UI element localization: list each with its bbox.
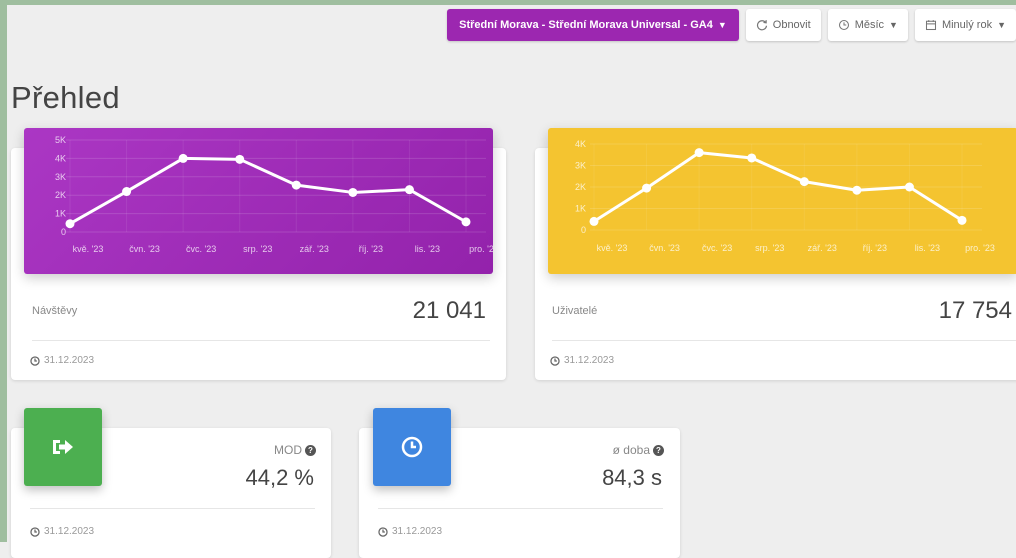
clock-icon — [30, 355, 40, 366]
help-icon[interactable]: ? — [305, 445, 316, 457]
users-chart: 0 1K 2K 3K 4K kvě. '23 čvn. '23 čvc. '23 srp. '2… — [548, 128, 1016, 274]
data-point[interactable] — [747, 153, 757, 163]
x-tick-label: srp. '23 — [243, 244, 272, 254]
window-frame-left — [0, 0, 7, 542]
y-tick-label: 2K — [55, 190, 66, 200]
window-frame-top — [0, 0, 1016, 5]
data-point[interactable] — [852, 185, 862, 195]
data-point[interactable] — [235, 154, 245, 164]
x-tick-label: zář. '23 — [300, 244, 329, 254]
bounce-label-wrap: MOD? — [274, 443, 316, 457]
data-point[interactable] — [461, 217, 471, 227]
visits-footer: 31.12.2023 — [30, 355, 94, 366]
duration-value: 84,3 s — [602, 465, 662, 490]
x-tick-label: zář. '23 — [808, 243, 837, 253]
date-range-label: Minulý rok — [941, 19, 993, 31]
data-point[interactable] — [291, 180, 301, 190]
bounce-label: MOD — [274, 443, 302, 457]
y-tick-label: 3K — [575, 161, 586, 171]
data-point[interactable] — [65, 219, 75, 229]
clock-icon — [378, 526, 388, 537]
y-tick-label: 4K — [55, 153, 66, 163]
period-label: Měsíc — [854, 19, 885, 31]
x-tick-label: čvn. '23 — [129, 244, 160, 254]
data-point[interactable] — [904, 182, 914, 192]
toolbar: Střední Morava - Střední Morava Universa… — [447, 9, 1016, 41]
users-date: 31.12.2023 — [564, 355, 615, 366]
clock-icon — [30, 526, 40, 537]
chevron-down-icon: ▼ — [997, 20, 1006, 30]
visits-label: Návštěvy — [32, 305, 78, 317]
x-tick-label: kvě. '23 — [597, 243, 628, 253]
period-select-button[interactable]: Měsíc ▼ — [827, 9, 908, 41]
x-tick-label: říj. '23 — [359, 244, 383, 254]
x-tick-label: pro. '23 — [965, 243, 995, 253]
clock-icon — [550, 355, 560, 366]
y-tick-label: 2K — [575, 182, 586, 192]
x-tick-label: čvc. '23 — [186, 244, 216, 254]
x-tick-label: čvc. '23 — [702, 243, 732, 253]
bounce-footer: 31.12.2023 — [30, 526, 94, 537]
users-value: 17 754 — [938, 297, 1012, 324]
x-tick-label: lis. '23 — [915, 243, 940, 253]
visits-line-chart: 0 1K 2K 3K 4K 5K kvě. '23 čvn. '23 čvc. '23 srp. … — [55, 135, 493, 254]
property-select-button[interactable]: Střední Morava - Střední Morava Universa… — [447, 9, 739, 41]
x-tick-label: lis. '23 — [415, 244, 440, 254]
data-point[interactable] — [589, 216, 599, 226]
data-point[interactable] — [122, 187, 132, 197]
data-point[interactable] — [178, 153, 188, 163]
y-tick-label: 4K — [575, 139, 586, 149]
y-tick-label: 0 — [61, 227, 66, 237]
users-divider — [552, 340, 1016, 341]
chevron-down-icon: ▼ — [717, 20, 727, 30]
bounce-value: 44,2 % — [245, 465, 315, 490]
sign-out-icon — [53, 440, 73, 454]
users-line-chart: 0 1K 2K 3K 4K kvě. '23 čvn. '23 čvc. '23 srp. '2… — [575, 139, 995, 253]
users-label: Uživatelé — [552, 305, 598, 317]
data-point[interactable] — [404, 185, 414, 195]
y-tick-label: 3K — [55, 172, 66, 182]
data-point[interactable] — [694, 148, 704, 158]
y-tick-label: 1K — [575, 204, 586, 214]
help-icon[interactable]: ? — [653, 445, 664, 457]
refresh-button[interactable]: Obnovit — [745, 9, 821, 41]
duration-date: 31.12.2023 — [392, 526, 443, 537]
data-point[interactable] — [348, 187, 358, 197]
data-point[interactable] — [642, 183, 652, 193]
duration-footer: 31.12.2023 — [378, 526, 442, 537]
bounce-date: 31.12.2023 — [44, 526, 95, 537]
bounce-divider — [30, 508, 315, 509]
duration-label: ø doba — [612, 443, 650, 457]
chevron-down-icon: ▼ — [889, 20, 898, 30]
duration-label-wrap: ø doba? — [613, 443, 664, 457]
y-tick-label: 5K — [55, 135, 66, 145]
clock-icon — [838, 19, 849, 31]
clock-icon — [401, 436, 423, 458]
refresh-icon — [756, 20, 767, 31]
x-tick-label: srp. '23 — [755, 243, 784, 253]
page-title: Přehled — [11, 80, 120, 115]
x-tick-label: pro. '23 — [469, 244, 493, 254]
bounce-icon-tile — [24, 408, 102, 486]
x-tick-label: říj. '23 — [863, 243, 887, 253]
x-tick-label: kvě. '23 — [73, 244, 104, 254]
data-point[interactable] — [957, 215, 967, 225]
calendar-icon — [925, 20, 936, 31]
property-select-label: Střední Morava - Střední Morava Universa… — [459, 19, 713, 31]
duration-divider — [378, 508, 663, 509]
y-tick-label: 1K — [55, 209, 66, 219]
visits-divider — [32, 340, 490, 341]
visits-value: 21 041 — [412, 297, 486, 324]
visits-date: 31.12.2023 — [44, 355, 95, 366]
x-tick-label: čvn. '23 — [649, 243, 680, 253]
visits-chart: 0 1K 2K 3K 4K 5K kvě. '23 čvn. '23 čvc. '23 srp. … — [24, 128, 493, 274]
duration-icon-tile — [373, 408, 451, 486]
refresh-label: Obnovit — [772, 19, 811, 31]
data-point[interactable] — [799, 177, 809, 187]
y-tick-label: 0 — [581, 225, 586, 235]
date-range-button[interactable]: Minulý rok ▼ — [914, 9, 1016, 41]
users-footer: 31.12.2023 — [550, 355, 614, 366]
